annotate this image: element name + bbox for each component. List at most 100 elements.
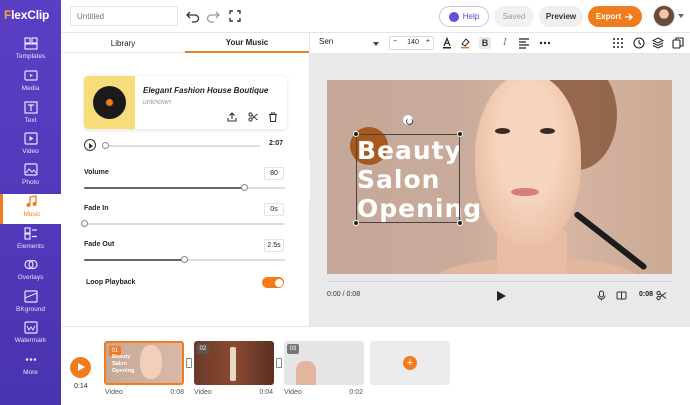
music-progress-knob[interactable]	[102, 142, 109, 149]
fade-in-label: Fade In	[84, 205, 109, 212]
fade-out-slider[interactable]	[84, 256, 285, 263]
resize-handle-bottom-right[interactable]	[457, 220, 463, 226]
transition-icon[interactable]	[186, 358, 192, 368]
arrow-right-icon	[625, 13, 634, 20]
font-size-increase[interactable]: +	[426, 38, 430, 45]
volume-knob[interactable]	[241, 184, 249, 191]
resize-handle-top-left[interactable]	[353, 131, 359, 137]
photo-face-shape	[475, 80, 581, 246]
chat-help-icon	[448, 11, 459, 22]
music-icon	[26, 195, 37, 207]
fade-out-knob[interactable]	[181, 256, 188, 263]
volume-slider[interactable]	[84, 184, 285, 191]
fade-in-slider[interactable]	[80, 220, 285, 227]
upload-icon[interactable]	[227, 112, 237, 122]
playback-progress-bar[interactable]	[327, 281, 672, 282]
sidebar-item-photo[interactable]: Photo	[0, 162, 61, 192]
top-bar: Help Saved Preview Export	[61, 0, 690, 33]
help-button[interactable]: Help	[439, 6, 489, 27]
italic-icon[interactable]: I	[499, 37, 511, 49]
sidebar-item-music[interactable]: Music	[0, 194, 61, 224]
font-size-value[interactable]: 140	[403, 39, 423, 46]
music-title: Elegant Fashion House Boutique	[143, 86, 269, 95]
transition-icon[interactable]	[276, 358, 282, 368]
trash-icon[interactable]	[268, 112, 278, 122]
resize-handle-bottom-left[interactable]	[353, 220, 359, 226]
loop-playback-toggle[interactable]	[262, 277, 284, 288]
overlays-icon	[23, 259, 38, 270]
redo-icon[interactable]	[206, 9, 220, 23]
timeline-clip-1[interactable]: 01 Beauty Salon Opening	[104, 341, 184, 385]
add-clip-button[interactable]: +	[370, 341, 450, 385]
timeline-clip-3[interactable]: 03	[284, 341, 364, 385]
timeline-clip-2[interactable]: 02	[194, 341, 274, 385]
plus-icon: +	[403, 356, 417, 370]
text-color-icon[interactable]	[441, 37, 453, 49]
clip-type-label: Video	[194, 389, 212, 396]
fade-in-value[interactable]: 0s	[264, 203, 284, 216]
tab-library[interactable]: Library	[61, 33, 185, 53]
sidebar-item-watermark[interactable]: Watermark	[0, 320, 61, 350]
photo-lips-shape	[511, 188, 539, 196]
clip-thumbnail	[230, 347, 236, 381]
timeline: 0:14 01 Beauty Salon Opening Video 0:08 …	[61, 326, 690, 405]
volume-value[interactable]: 80	[264, 167, 284, 180]
grid-icon[interactable]	[612, 37, 624, 49]
copy-icon[interactable]	[672, 37, 684, 49]
project-title-input[interactable]	[70, 6, 178, 26]
layers-icon[interactable]	[652, 37, 664, 49]
video-canvas[interactable]: Beauty Salon Opening	[327, 80, 672, 274]
clock-icon[interactable]	[633, 37, 645, 49]
volume-label: Volume	[84, 169, 109, 176]
music-play-button[interactable]	[84, 139, 96, 151]
clip-number: 03	[287, 344, 299, 354]
sidebar-item-elements[interactable]: Elements	[0, 226, 61, 256]
saved-label: Saved	[502, 12, 526, 21]
tab-your-music[interactable]: Your Music	[185, 33, 309, 53]
font-family-select[interactable]: Sen	[319, 37, 333, 46]
preview-button[interactable]: Preview	[539, 6, 583, 27]
play-button[interactable]	[497, 291, 506, 301]
panel-tabs: Library Your Music	[61, 33, 310, 53]
sidebar-item-video[interactable]: Video	[0, 131, 61, 161]
music-artist: unknown	[143, 99, 172, 106]
chevron-down-icon[interactable]	[373, 42, 379, 46]
volume-fill	[84, 187, 245, 189]
resize-handle-top-right[interactable]	[457, 131, 463, 137]
saved-status-button[interactable]: Saved	[494, 6, 534, 27]
timeline-play-button[interactable]	[70, 357, 91, 378]
bold-icon[interactable]: B	[479, 37, 491, 49]
rotate-handle-icon[interactable]	[402, 114, 414, 126]
font-size-decrease[interactable]: −	[393, 38, 397, 45]
selection-box[interactable]	[356, 134, 460, 223]
microphone-icon[interactable]	[596, 290, 607, 301]
clip-number: 02	[197, 344, 209, 354]
chevron-down-icon[interactable]	[678, 14, 684, 18]
sidebar-item-label: More	[23, 369, 38, 376]
app-logo[interactable]: FlexClip	[4, 8, 60, 26]
align-icon[interactable]	[518, 37, 530, 49]
user-avatar[interactable]	[653, 5, 675, 27]
sidebar-item-templates[interactable]: Templates	[0, 36, 61, 66]
sidebar-item-text[interactable]: Text	[0, 100, 61, 130]
scissors-icon[interactable]	[656, 290, 667, 301]
background-icon	[23, 290, 38, 303]
more-icon	[25, 358, 36, 361]
scissors-icon[interactable]	[248, 112, 258, 122]
music-card[interactable]: Elegant Fashion House Boutique unknown	[84, 76, 287, 129]
sidebar-item-bkground[interactable]: BKground	[0, 289, 61, 319]
loop-playback-label: Loop Playback	[86, 279, 136, 286]
fullscreen-icon[interactable]	[228, 9, 242, 23]
fade-in-knob[interactable]	[80, 220, 88, 227]
sidebar-item-media[interactable]: Media	[0, 68, 61, 98]
sidebar-item-overlays[interactable]: Overlays	[0, 257, 61, 287]
fade-out-value[interactable]: 2.5s	[264, 239, 284, 252]
highlight-icon[interactable]	[459, 37, 471, 49]
export-button[interactable]: Export	[588, 6, 642, 27]
music-progress-track[interactable]	[102, 142, 260, 149]
more-options-icon[interactable]	[539, 37, 551, 49]
sidebar-item-more[interactable]: More	[0, 352, 61, 382]
undo-icon[interactable]	[186, 9, 200, 23]
split-view-icon[interactable]	[616, 290, 627, 301]
font-size-stepper[interactable]: − 140 +	[389, 36, 434, 50]
